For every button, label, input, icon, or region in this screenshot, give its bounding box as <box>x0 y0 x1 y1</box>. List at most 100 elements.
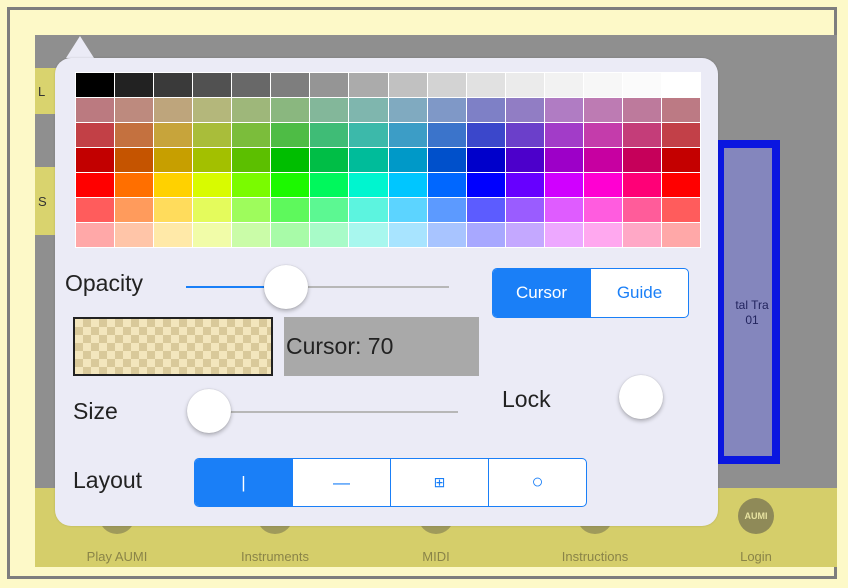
color-swatch[interactable] <box>76 148 115 172</box>
color-swatch[interactable] <box>583 198 622 222</box>
color-swatch[interactable] <box>349 123 388 147</box>
color-swatch[interactable] <box>661 148 700 172</box>
color-swatch[interactable] <box>271 223 310 247</box>
color-swatch[interactable] <box>154 198 193 222</box>
segment-cursor[interactable]: Cursor <box>493 269 590 317</box>
layout-circle-option[interactable]: ○ <box>488 459 586 506</box>
color-swatch[interactable] <box>505 198 544 222</box>
color-swatch[interactable] <box>349 198 388 222</box>
color-swatch[interactable] <box>193 148 232 172</box>
color-swatch[interactable] <box>388 173 427 197</box>
color-swatch[interactable] <box>388 198 427 222</box>
color-swatch[interactable] <box>622 123 661 147</box>
color-swatch[interactable] <box>388 73 427 97</box>
color-swatch[interactable] <box>466 173 505 197</box>
side-tab-top[interactable]: L <box>35 68 57 114</box>
color-swatch[interactable] <box>466 73 505 97</box>
color-swatch[interactable] <box>154 123 193 147</box>
side-tab-bottom[interactable]: S <box>35 167 57 235</box>
color-swatch[interactable] <box>505 98 544 122</box>
color-swatch[interactable] <box>583 223 622 247</box>
color-swatch[interactable] <box>115 148 154 172</box>
color-swatch[interactable] <box>544 173 583 197</box>
color-swatch[interactable] <box>193 73 232 97</box>
color-swatch[interactable] <box>310 123 349 147</box>
color-swatch[interactable] <box>193 198 232 222</box>
color-swatch[interactable] <box>232 148 271 172</box>
color-swatch[interactable] <box>349 173 388 197</box>
color-swatch[interactable] <box>661 123 700 147</box>
color-swatch[interactable] <box>622 148 661 172</box>
color-swatch[interactable] <box>544 148 583 172</box>
color-swatch[interactable] <box>349 73 388 97</box>
color-swatch[interactable] <box>271 123 310 147</box>
layout-vertical-option[interactable]: | <box>195 459 292 506</box>
layout-horizontal-option[interactable]: — <box>292 459 390 506</box>
color-swatch[interactable] <box>349 148 388 172</box>
color-swatch[interactable] <box>466 198 505 222</box>
color-swatch[interactable] <box>310 148 349 172</box>
color-swatch[interactable] <box>232 98 271 122</box>
color-swatch[interactable] <box>271 148 310 172</box>
color-swatch[interactable] <box>661 198 700 222</box>
size-slider-track[interactable] <box>208 411 458 413</box>
color-swatch[interactable] <box>232 198 271 222</box>
color-swatch[interactable] <box>76 223 115 247</box>
color-swatch[interactable] <box>115 73 154 97</box>
color-swatch[interactable] <box>388 148 427 172</box>
color-swatch[interactable] <box>310 198 349 222</box>
color-swatch[interactable] <box>232 223 271 247</box>
color-swatch[interactable] <box>505 173 544 197</box>
color-swatch[interactable] <box>505 223 544 247</box>
color-swatch[interactable] <box>661 173 700 197</box>
color-swatch[interactable] <box>583 98 622 122</box>
color-swatch[interactable] <box>544 223 583 247</box>
color-swatch[interactable] <box>271 73 310 97</box>
color-swatch[interactable] <box>310 73 349 97</box>
color-swatch[interactable] <box>271 198 310 222</box>
color-swatch[interactable] <box>388 98 427 122</box>
color-swatch[interactable] <box>466 98 505 122</box>
color-swatch[interactable] <box>76 198 115 222</box>
opacity-slider-thumb[interactable] <box>263 265 308 309</box>
color-swatch[interactable] <box>193 123 232 147</box>
color-swatch[interactable] <box>427 98 466 122</box>
color-swatch[interactable] <box>115 98 154 122</box>
color-swatch[interactable] <box>622 223 661 247</box>
color-swatch[interactable] <box>427 73 466 97</box>
color-swatch[interactable] <box>76 173 115 197</box>
color-swatch[interactable] <box>583 148 622 172</box>
color-swatch[interactable] <box>349 98 388 122</box>
color-swatch[interactable] <box>427 148 466 172</box>
color-swatch[interactable] <box>154 173 193 197</box>
color-swatch[interactable] <box>76 98 115 122</box>
color-swatch[interactable] <box>427 198 466 222</box>
color-swatch[interactable] <box>544 198 583 222</box>
color-swatch[interactable] <box>154 148 193 172</box>
color-swatch[interactable] <box>544 123 583 147</box>
color-swatch[interactable] <box>661 98 700 122</box>
color-swatch[interactable] <box>310 173 349 197</box>
layout-grid-option[interactable]: ⊞ <box>390 459 488 506</box>
color-swatch[interactable] <box>154 223 193 247</box>
color-swatch[interactable] <box>388 223 427 247</box>
color-swatch[interactable] <box>115 173 154 197</box>
color-swatch[interactable] <box>622 198 661 222</box>
color-swatch[interactable] <box>466 223 505 247</box>
track-panel[interactable]: tal Tra 01 <box>716 140 780 464</box>
color-swatch[interactable] <box>115 223 154 247</box>
color-swatch[interactable] <box>622 98 661 122</box>
color-swatch[interactable] <box>154 73 193 97</box>
color-swatch[interactable] <box>505 148 544 172</box>
color-swatch[interactable] <box>154 98 193 122</box>
color-swatch[interactable] <box>349 223 388 247</box>
color-swatch[interactable] <box>505 123 544 147</box>
color-swatch[interactable] <box>544 73 583 97</box>
color-swatch[interactable] <box>622 173 661 197</box>
color-swatch[interactable] <box>76 73 115 97</box>
color-swatch[interactable] <box>310 98 349 122</box>
color-swatch[interactable] <box>544 98 583 122</box>
color-swatch[interactable] <box>193 173 232 197</box>
color-swatch[interactable] <box>466 123 505 147</box>
color-swatch[interactable] <box>583 123 622 147</box>
